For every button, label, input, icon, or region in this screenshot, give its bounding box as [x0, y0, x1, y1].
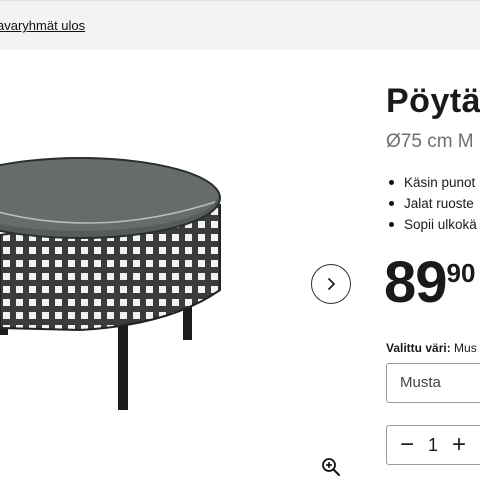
top-bar: avaryhmät ulos [0, 0, 480, 50]
quantity-value[interactable]: 1 [423, 426, 443, 464]
zoom-button[interactable] [320, 456, 342, 478]
price: 8990 [384, 254, 475, 312]
selected-color: Valittu väri: Mus [386, 341, 477, 355]
increase-quantity-button[interactable]: + [447, 426, 471, 464]
selected-color-value: Mus [454, 341, 477, 355]
quantity-stepper: − 1 + [386, 425, 480, 465]
feature-item: Sopii ulkokä [388, 214, 477, 235]
feature-item: Jalat ruoste [388, 193, 477, 214]
next-image-button[interactable] [311, 264, 351, 304]
back-to-categories-link[interactable]: avaryhmät ulos [0, 18, 85, 33]
feature-item: Käsin punot [388, 172, 477, 193]
selected-color-label: Valittu väri: [386, 341, 451, 355]
price-cents: 90 [446, 258, 476, 288]
table-illustration [0, 157, 221, 410]
zoom-in-icon [322, 458, 340, 476]
color-select[interactable]: Musta [386, 363, 480, 403]
feature-list: Käsin punot Jalat ruoste Sopii ulkokä [388, 172, 477, 235]
color-select-value: Musta [400, 374, 441, 391]
decrease-quantity-button[interactable]: − [395, 426, 419, 464]
product-image [0, 140, 230, 420]
chevron-right-icon [328, 278, 335, 290]
product-title: Pöytä [386, 82, 480, 120]
product-subtitle: Ø75 cm M [386, 131, 474, 152]
price-main: 89 [384, 250, 448, 315]
